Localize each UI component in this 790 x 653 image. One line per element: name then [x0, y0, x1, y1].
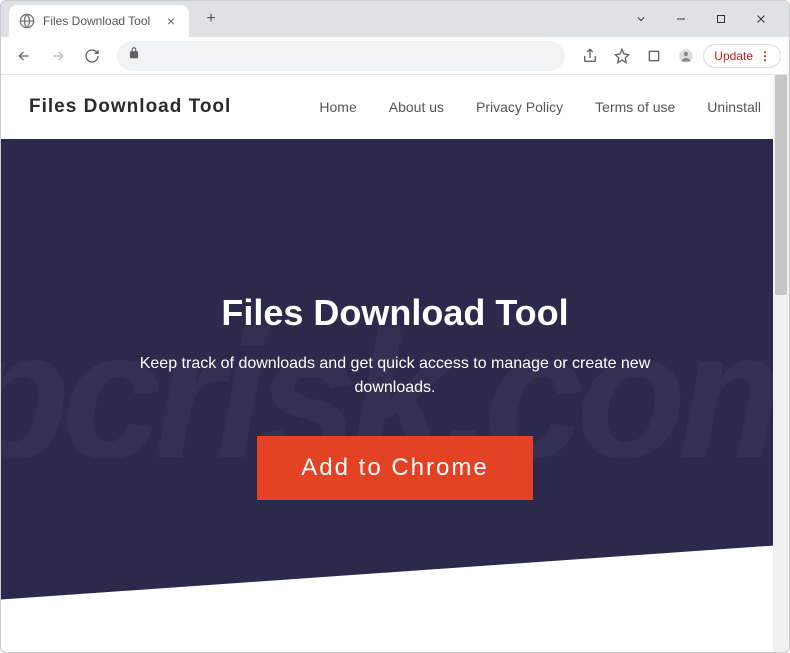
close-button[interactable] [741, 4, 781, 34]
menu-dots-icon: ⋮ [759, 49, 770, 63]
tab-title: Files Download Tool [43, 14, 155, 28]
nav-uninstall[interactable]: Uninstall [707, 99, 761, 115]
hero-title: Files Download Tool [221, 292, 568, 334]
hero-section: pcrisk.com Files Download Tool Keep trac… [1, 139, 789, 652]
reload-button[interactable] [77, 41, 107, 71]
browser-title-bar: Files Download Tool × + [1, 1, 789, 37]
share-icon[interactable] [575, 41, 605, 71]
page-content: Files Download Tool Home About us Privac… [1, 75, 789, 652]
nav-home[interactable]: Home [319, 99, 356, 115]
lock-icon [127, 46, 141, 65]
address-bar[interactable] [117, 41, 565, 71]
browser-toolbar: Update ⋮ [1, 37, 789, 75]
scrollbar-thumb[interactable] [775, 75, 787, 295]
browser-window: Files Download Tool × + [0, 0, 790, 653]
nav-about[interactable]: About us [389, 99, 444, 115]
chevron-down-icon[interactable] [621, 4, 661, 34]
update-button[interactable]: Update ⋮ [703, 44, 781, 68]
new-tab-button[interactable]: + [197, 5, 225, 33]
extensions-icon[interactable] [639, 41, 669, 71]
forward-button[interactable] [43, 41, 73, 71]
profile-icon[interactable] [671, 41, 701, 71]
hero-subtitle: Keep track of downloads and get quick ac… [115, 352, 675, 400]
nav-terms[interactable]: Terms of use [595, 99, 675, 115]
add-to-chrome-button[interactable]: Add to Chrome [257, 436, 532, 500]
back-button[interactable] [9, 41, 39, 71]
scrollbar[interactable] [773, 75, 789, 652]
maximize-button[interactable] [701, 4, 741, 34]
globe-icon [19, 13, 35, 29]
site-nav: Files Download Tool Home About us Privac… [1, 75, 789, 139]
brand-logo[interactable]: Files Download Tool [29, 96, 231, 118]
browser-tab[interactable]: Files Download Tool × [9, 5, 189, 37]
nav-privacy[interactable]: Privacy Policy [476, 99, 563, 115]
minimize-button[interactable] [661, 4, 701, 34]
update-label: Update [714, 49, 753, 63]
star-icon[interactable] [607, 41, 637, 71]
close-icon[interactable]: × [163, 13, 179, 29]
